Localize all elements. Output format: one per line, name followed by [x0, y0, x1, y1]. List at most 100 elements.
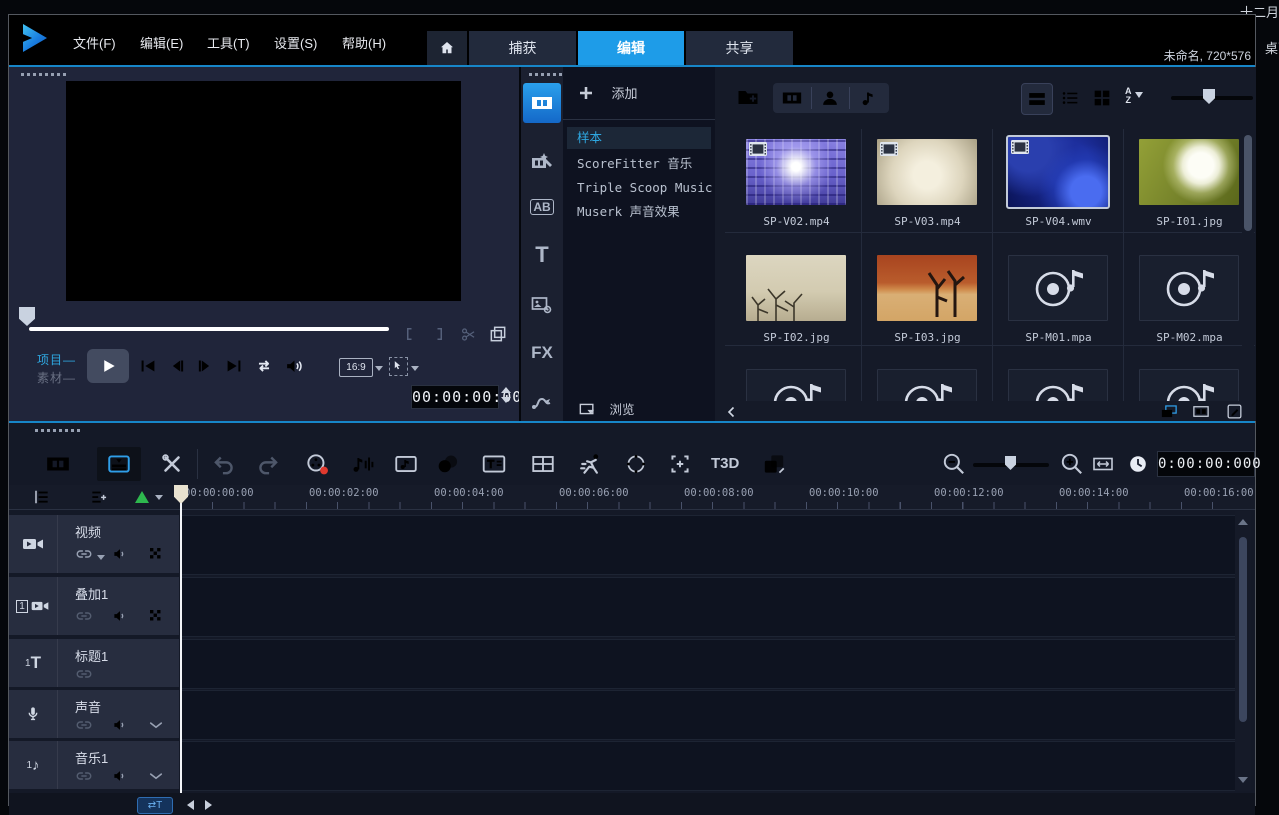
zoom-out-button[interactable]: [941, 451, 967, 477]
timeline-zoom-thumb[interactable]: [1005, 456, 1016, 470]
menu-file[interactable]: 文件(F): [73, 33, 116, 52]
repeat-button[interactable]: [253, 355, 275, 377]
mode-project[interactable]: 项目—: [37, 351, 76, 368]
subtitle-editor-button[interactable]: [481, 451, 507, 477]
toolbox-button[interactable]: [159, 451, 185, 477]
panel-drag-handle[interactable]: [21, 73, 67, 76]
multicam-button[interactable]: [667, 451, 693, 477]
rail-media-button[interactable]: [523, 83, 561, 123]
tab-share[interactable]: 共享: [686, 31, 793, 65]
timeline-drag-handle[interactable]: [35, 429, 81, 432]
rail-filters-button[interactable]: FX: [523, 335, 561, 371]
track-manager-icon[interactable]: [31, 487, 51, 507]
video-mute-toggle[interactable]: [111, 545, 129, 563]
track-header-music[interactable]: 1♪ 音乐1: [9, 741, 179, 789]
add-track-icon[interactable]: [89, 487, 109, 507]
track-lane-title[interactable]: [181, 639, 1243, 689]
filter-videos-icon[interactable]: [781, 87, 803, 109]
swap-tracks-button[interactable]: ⇄T: [137, 797, 173, 814]
zoom-in-button[interactable]: [1059, 451, 1085, 477]
track-header-video[interactable]: 视频: [9, 515, 179, 573]
scrubber-thumb[interactable]: [19, 307, 35, 326]
motion-tracking-button[interactable]: [579, 451, 605, 477]
close-button[interactable]: [1229, 25, 1251, 43]
scrubber-track[interactable]: [29, 327, 389, 331]
chroma-key-caret-icon[interactable]: [155, 495, 163, 500]
chroma-key-icon[interactable]: [135, 491, 149, 503]
library-panel-view-icon[interactable]: [1158, 402, 1180, 421]
timecode-down-spinner[interactable]: [501, 397, 511, 403]
duration-button[interactable]: [1127, 453, 1149, 475]
storyboard-view-button[interactable]: [45, 451, 71, 477]
dual-pane-view-icon[interactable]: [1190, 402, 1212, 421]
scroll-right-button[interactable]: [205, 800, 212, 810]
sort-button[interactable]: AZ: [1125, 87, 1132, 105]
go-to-end-button[interactable]: [223, 355, 245, 377]
category-triple-scoop[interactable]: Triple Scoop Music: [567, 177, 711, 199]
filter-audio-icon[interactable]: [857, 87, 879, 109]
tab-edit[interactable]: 编辑: [578, 31, 684, 65]
title-link-toggle[interactable]: [75, 665, 93, 683]
selection-tool-caret-icon[interactable]: [411, 366, 419, 371]
tab-capture[interactable]: 捕获: [469, 31, 576, 65]
redo-button[interactable]: [255, 451, 281, 477]
scroll-left-button[interactable]: [187, 800, 194, 810]
enlarge-preview-icon[interactable]: [488, 324, 508, 344]
category-muserk[interactable]: Muserk 声音效果: [567, 201, 711, 223]
timecode-up-spinner[interactable]: [501, 387, 511, 393]
undo-button[interactable]: [211, 451, 237, 477]
menu-tools[interactable]: 工具(T): [207, 33, 250, 52]
link-caret-icon[interactable]: [97, 555, 105, 560]
track-header-voice[interactable]: 声音: [9, 690, 179, 738]
volume-button[interactable]: [283, 355, 305, 377]
rail-transitions-button[interactable]: AB: [523, 189, 561, 225]
voice-link-toggle[interactable]: [75, 716, 93, 734]
category-scorefitter[interactable]: ScoreFitter 音乐: [567, 153, 711, 175]
overlay-mute-toggle[interactable]: [111, 607, 129, 625]
auto-music-button[interactable]: [393, 451, 419, 477]
timeline-scrollbar-thumb[interactable]: [1239, 537, 1247, 722]
timeline-view-button[interactable]: [106, 451, 132, 477]
overlay-transparency-toggle[interactable]: [147, 607, 165, 625]
maximize-button[interactable]: [1203, 25, 1225, 43]
scroll-up-icon[interactable]: [1238, 519, 1248, 525]
list-view-icon[interactable]: [1059, 87, 1081, 109]
import-media-icon[interactable]: [735, 85, 761, 109]
filter-photos-icon[interactable]: [819, 87, 841, 109]
menu-help[interactable]: 帮助(H): [342, 33, 386, 52]
mask-creator-button[interactable]: [761, 451, 787, 477]
previous-frame-button[interactable]: [166, 355, 188, 377]
mode-clip[interactable]: 素材—: [37, 369, 76, 386]
voice-mute-toggle[interactable]: [111, 716, 129, 734]
resize-handle-icon[interactable]: [1103, 27, 1121, 41]
track-header-title[interactable]: 1T 标题1: [9, 639, 179, 687]
record-capture-button[interactable]: [304, 451, 330, 477]
music-link-toggle[interactable]: [75, 767, 93, 785]
grid-view-icon[interactable]: [1091, 87, 1113, 109]
rail-title-button[interactable]: T: [523, 237, 561, 273]
track-header-overlay[interactable]: 1 叠加1: [9, 577, 179, 635]
library-scrollbar-thumb[interactable]: [1244, 135, 1252, 231]
minimize-button[interactable]: [1175, 25, 1197, 43]
video-link-toggle[interactable]: [75, 545, 93, 563]
timeline-ruler[interactable]: 00:00:00:00 00:00:02:00 00:00:04:00 00:0…: [9, 485, 1255, 510]
timeline-timecode[interactable]: 0:00:00:000: [1157, 451, 1255, 477]
track-lane-voice[interactable]: [181, 690, 1243, 740]
fit-project-button[interactable]: [1091, 452, 1115, 476]
collapse-panel-icon[interactable]: [723, 403, 741, 421]
title-3d-button[interactable]: T3D: [711, 455, 739, 472]
track-lane-music[interactable]: [181, 741, 1243, 791]
next-frame-button[interactable]: [194, 355, 216, 377]
rail-motion-path-button[interactable]: [523, 383, 561, 419]
thumb-size-slider-thumb[interactable]: [1203, 89, 1215, 104]
scroll-down-icon[interactable]: [1238, 777, 1248, 783]
menu-settings[interactable]: 设置(S): [274, 33, 317, 52]
edit-media-icon[interactable]: [1225, 402, 1244, 421]
library-scrollbar[interactable]: [1242, 129, 1254, 401]
rail-instant-project-button[interactable]: [523, 143, 561, 179]
view-large-button[interactable]: [1021, 83, 1053, 115]
rail-graphics-button[interactable]: [523, 287, 561, 323]
overlay-options-button[interactable]: [435, 451, 461, 477]
timeline-scrollbar[interactable]: [1235, 511, 1251, 791]
music-fade-toggle[interactable]: [147, 767, 165, 785]
